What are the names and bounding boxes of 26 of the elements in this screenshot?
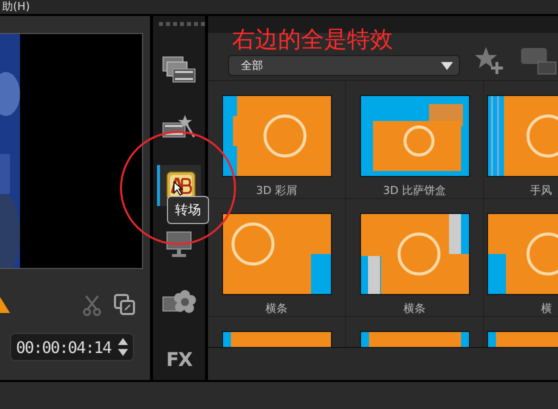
copy-icon[interactable] [114,294,136,316]
media-icon [161,54,197,84]
fx-tab-label: FX [166,348,192,370]
cursor-icon [173,181,183,196]
transition-label: 手风 [529,183,553,198]
tooltip: 转场 [167,196,209,224]
transition-thumbnail[interactable] [222,213,332,295]
spinner-icon[interactable] [117,337,129,357]
play-icon[interactable] [0,297,10,313]
transition-label: 3D 彩屑 [256,183,297,198]
transition-label: 横条 [404,301,426,316]
category-dropdown[interactable]: 全部 [228,55,460,76]
ab-film-icon[interactable] [520,46,558,76]
transition-label: 横条 [266,301,288,316]
annotation-text: 右边的全是特效 [232,28,393,52]
caret-icon [441,62,454,70]
transition-thumbnail[interactable] [360,213,470,295]
help-menu[interactable]: 助(H) [2,1,30,13]
monitor-icon [164,228,194,258]
transition-label: 3D 比萨饼盒 [383,183,446,198]
transition-thumbnail[interactable] [222,95,332,177]
scissors-icon[interactable] [82,294,102,316]
library-tab[interactable]: FX [157,339,201,380]
timecode-field[interactable]: 00:00:04:14 [10,333,134,361]
transition-label: 横 [540,301,553,316]
transition-thumbnail[interactable] [360,95,470,177]
